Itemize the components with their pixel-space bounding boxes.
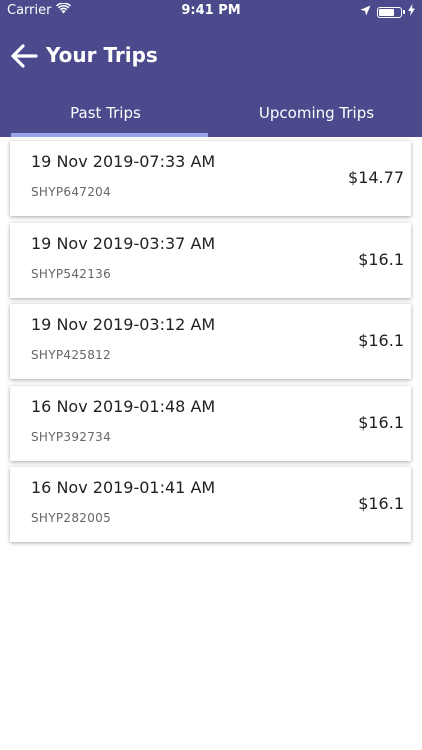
trip-fare: $14.77	[348, 168, 404, 187]
status-bar: Carrier 9:41 PM	[0, 0, 422, 22]
active-tab-indicator	[11, 133, 208, 137]
battery-icon	[377, 6, 405, 18]
trip-tabs: Past Trips Upcoming Trips	[0, 90, 422, 137]
trip-datetime: 19 Nov 2019-07:33 AM	[31, 152, 216, 171]
status-time: 9:41 PM	[181, 3, 241, 18]
trip-booking-id: SHYP425812	[31, 348, 112, 362]
trip-card[interactable]: 19 Nov 2019-03:12 AM SHYP425812 $16.1	[10, 304, 411, 379]
status-right	[360, 4, 415, 20]
trip-fare: $16.1	[358, 331, 404, 350]
trip-booking-id: SHYP542136	[31, 267, 112, 281]
trip-booking-id: SHYP282005	[31, 511, 112, 525]
trip-datetime: 19 Nov 2019-03:12 AM	[31, 315, 216, 334]
trip-datetime: 16 Nov 2019-01:41 AM	[31, 478, 216, 497]
tab-past-trips[interactable]: Past Trips	[0, 90, 211, 137]
trip-datetime: 19 Nov 2019-03:37 AM	[31, 234, 216, 253]
back-arrow-icon[interactable]	[8, 40, 40, 72]
battery-level	[379, 8, 394, 16]
charging-bolt-icon	[408, 4, 415, 20]
trip-card[interactable]: 19 Nov 2019-03:37 AM SHYP542136 $16.1	[10, 223, 411, 298]
tab-label: Upcoming Trips	[258, 104, 375, 122]
trip-booking-id: SHYP392734	[31, 430, 112, 444]
nav-bar: Your Trips	[0, 36, 422, 76]
trip-fare: $16.1	[358, 494, 404, 513]
trip-fare: $16.1	[358, 250, 404, 269]
page-title: Your Trips	[46, 43, 158, 67]
trip-booking-id: SHYP647204	[31, 185, 112, 199]
tab-upcoming-trips[interactable]: Upcoming Trips	[211, 90, 422, 137]
trip-card[interactable]: 19 Nov 2019-07:33 AM SHYP647204 $14.77	[10, 141, 411, 216]
location-arrow-icon	[360, 5, 371, 20]
trip-card[interactable]: 16 Nov 2019-01:41 AM SHYP282005 $16.1	[10, 467, 411, 542]
app-header: Carrier 9:41 PM Your Trips Past Trips Up…	[0, 0, 422, 137]
trip-card[interactable]: 16 Nov 2019-01:48 AM SHYP392734 $16.1	[10, 386, 411, 461]
trip-datetime: 16 Nov 2019-01:48 AM	[31, 397, 216, 416]
trip-fare: $16.1	[358, 413, 404, 432]
